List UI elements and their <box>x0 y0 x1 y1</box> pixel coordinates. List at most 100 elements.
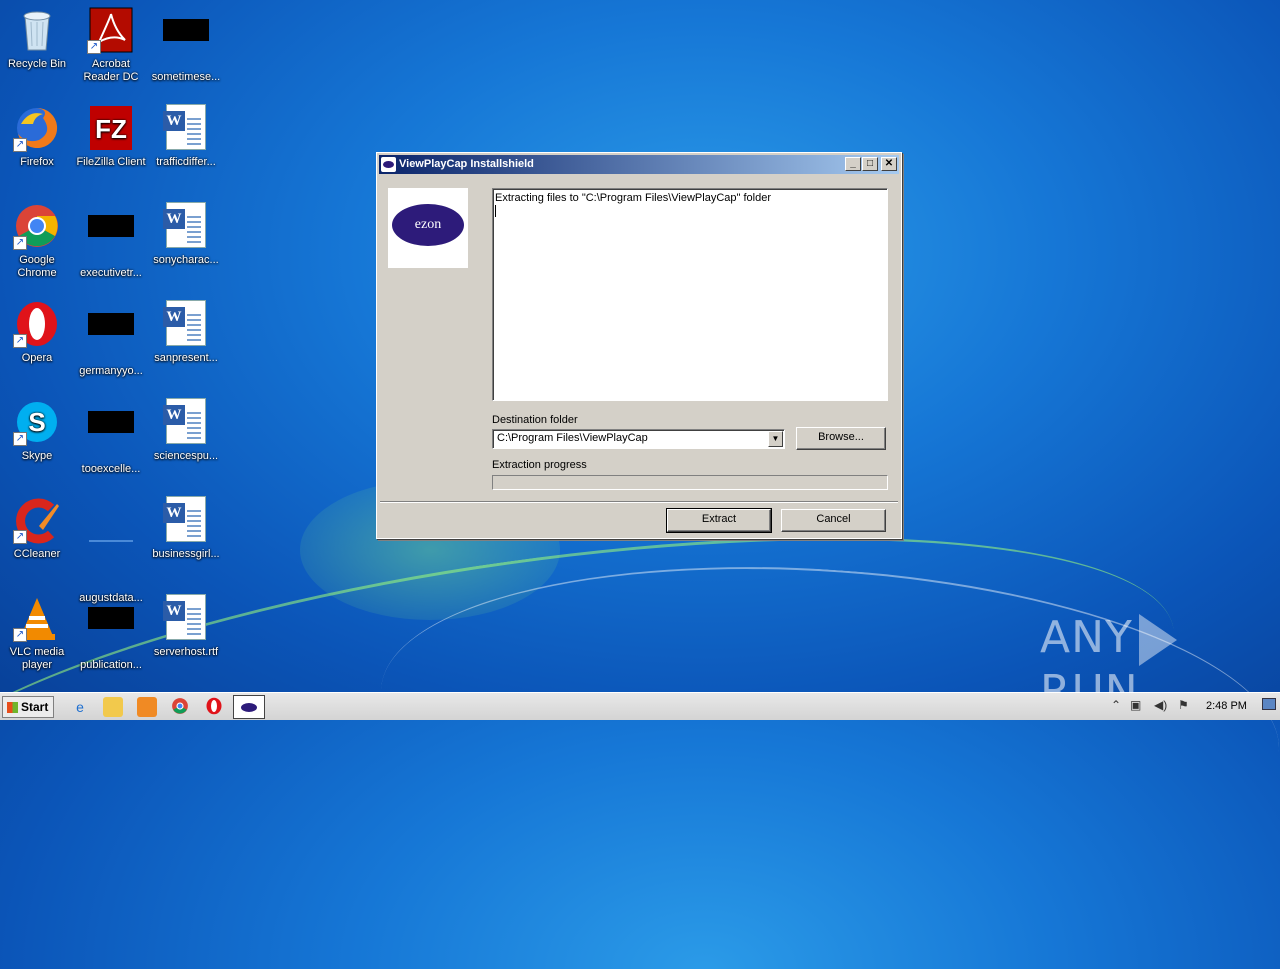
dialog-title: ViewPlayCap Installshield <box>399 158 534 170</box>
acrobat-icon: ↗ <box>87 6 135 54</box>
desktop-icon-label: CCleaner <box>13 548 61 560</box>
desktop-icon-ccleaner[interactable]: ↗ CCleaner <box>0 496 74 561</box>
explorer-folder-icon[interactable] <box>103 697 123 717</box>
black-thumbnail-icon <box>87 607 135 655</box>
desktop-icon-label: Opera <box>21 352 53 364</box>
desktop-icon-label: Recycle Bin <box>7 58 67 70</box>
installshield-dialog: ViewPlayCap Installshield _ □ ✕ ezon Ext… <box>376 152 902 539</box>
word-doc-icon: W <box>162 496 210 544</box>
recycle-bin-icon <box>13 6 61 54</box>
ccleaner-icon: ↗ <box>13 496 61 544</box>
shortcut-arrow-icon: ↗ <box>13 334 27 348</box>
desktop-icon-publication[interactable]: publication... <box>74 594 148 672</box>
desktop-icon-label: sometimese... <box>151 71 221 83</box>
desktop-icon-germanyyo[interactable]: germanyyo... <box>74 300 148 378</box>
svg-text:S: S <box>28 407 45 437</box>
network-icon[interactable]: ▣ <box>1130 698 1141 712</box>
desktop-icon-tooexcelle[interactable]: tooexcelle... <box>74 398 148 476</box>
volume-icon[interactable]: ◀) <box>1154 698 1167 712</box>
extract-button[interactable]: Extract <box>666 508 772 533</box>
desktop-icon-label: sonycharac... <box>153 254 219 266</box>
word-doc-icon: W <box>162 594 210 642</box>
maximize-button[interactable]: □ <box>862 157 878 171</box>
black-thumbnail-icon <box>87 411 135 459</box>
desktop-icon-businessgirl[interactable]: W businessgirl... <box>149 496 223 561</box>
play-icon <box>1138 614 1177 666</box>
desktop-icon-label: germanyyo... <box>79 365 143 377</box>
browse-button[interactable]: Browse... <box>796 427 886 450</box>
clock[interactable]: 2:48 PM <box>1206 700 1247 712</box>
taskbar: Start e ⌃ ▣ ◀) ⚑ 2:48 PM <box>0 692 1280 720</box>
destination-label: Destination folder <box>492 414 578 426</box>
desktop-icon-label: sciencespu... <box>153 450 219 462</box>
desktop-icon-sonycharac[interactable]: W sonycharac... <box>149 202 223 267</box>
desktop-icon-trafficdiffer[interactable]: W trafficdiffer... <box>149 104 223 169</box>
cancel-button[interactable]: Cancel <box>781 509 886 532</box>
vlc-icon: ↗ <box>13 594 61 642</box>
ezon-logo: ezon <box>388 188 468 268</box>
taskbar-item-installshield[interactable] <box>233 695 265 719</box>
desktop-icon-label: trafficdiffer... <box>156 156 216 168</box>
internet-explorer-icon[interactable]: e <box>70 697 90 717</box>
text-caret <box>495 205 496 217</box>
black-thumbnail-icon <box>87 313 135 361</box>
shortcut-arrow-icon: ↗ <box>87 40 101 54</box>
extraction-log[interactable]: Extracting files to "C:\Program Files\Vi… <box>492 188 888 401</box>
desktop-icon-skype[interactable]: S ↗ Skype <box>0 398 74 463</box>
desktop-icon-label: VLC media player <box>9 646 65 671</box>
word-doc-icon: W <box>162 398 210 446</box>
shortcut-arrow-icon: ↗ <box>13 432 27 446</box>
desktop-icon-label: sanpresent... <box>154 352 218 364</box>
show-desktop-icon[interactable] <box>1262 698 1276 710</box>
chrome-icon: ↗ <box>13 202 61 250</box>
desktop-icon-chrome[interactable]: ↗ Google Chrome <box>0 202 74 280</box>
logo-text: ezon <box>414 217 442 232</box>
desktop-icon-vlc[interactable]: ↗ VLC media player <box>0 594 74 672</box>
chrome-icon[interactable] <box>170 697 190 717</box>
svg-text:FZ: FZ <box>95 114 127 144</box>
desktop-icon-augustdata[interactable]: augustdata... <box>74 496 148 605</box>
desktop-icon-firefox[interactable]: ↗ Firefox <box>0 104 74 169</box>
destination-value: C:\Program Files\ViewPlayCap <box>497 432 648 444</box>
desktop-icon-label: Skype <box>21 450 53 462</box>
app-icon <box>381 157 396 172</box>
divider <box>380 501 898 503</box>
progress-label: Extraction progress <box>492 459 587 471</box>
shortcut-arrow-icon: ↗ <box>13 530 27 544</box>
black-thumbnail-icon <box>87 215 135 263</box>
destination-combobox[interactable]: C:\Program Files\ViewPlayCap ▼ <box>492 429 785 449</box>
desktop-icon-executivetr[interactable]: executivetr... <box>74 202 148 280</box>
watermark-left: ANY <box>1040 612 1133 663</box>
desktop-icon-filezilla[interactable]: FZ FileZilla Client <box>74 104 148 169</box>
skype-icon: S ↗ <box>13 398 61 446</box>
desktop-icon-label: FileZilla Client <box>76 156 146 168</box>
minimize-button[interactable]: _ <box>845 157 861 171</box>
desktop-icon-serverhost[interactable]: W serverhost.rtf <box>149 594 223 659</box>
dialog-titlebar[interactable]: ViewPlayCap Installshield _ □ ✕ <box>379 155 899 174</box>
shortcut-arrow-icon: ↗ <box>13 236 27 250</box>
firefox-icon: ↗ <box>13 104 61 152</box>
opera-icon[interactable] <box>204 697 224 717</box>
filezilla-icon: FZ <box>87 104 135 152</box>
desktop-icon-label: Google Chrome <box>17 254 57 279</box>
shortcut-arrow-icon: ↗ <box>13 138 27 152</box>
flag-icon[interactable]: ⚑ <box>1178 698 1189 712</box>
dropdown-arrow-icon[interactable]: ▼ <box>768 431 783 447</box>
desktop-icon-sometimese[interactable]: sometimese... <box>149 6 223 84</box>
blank-thumbnail-icon <box>87 540 135 588</box>
desktop-icon-opera[interactable]: ↗ Opera <box>0 300 74 365</box>
desktop-icon-recycle-bin[interactable]: Recycle Bin <box>0 6 74 71</box>
desktop-icon-acrobat[interactable]: ↗ Acrobat Reader DC <box>74 6 148 84</box>
media-player-icon[interactable] <box>137 697 157 717</box>
word-doc-icon: W <box>162 202 210 250</box>
start-button[interactable]: Start <box>2 696 54 718</box>
black-thumbnail-icon <box>162 19 210 67</box>
tray-expand-icon[interactable]: ⌃ <box>1111 698 1121 712</box>
shortcut-arrow-icon: ↗ <box>13 628 27 642</box>
desktop-icon-label: tooexcelle... <box>81 463 141 475</box>
desktop-icon-sciencespu[interactable]: W sciencespu... <box>149 398 223 463</box>
close-button[interactable]: ✕ <box>881 157 897 171</box>
desktop-icon-label: serverhost.rtf <box>153 646 219 658</box>
desktop-icon-label: businessgirl... <box>152 548 220 560</box>
desktop-icon-sanpresent[interactable]: W sanpresent... <box>149 300 223 365</box>
